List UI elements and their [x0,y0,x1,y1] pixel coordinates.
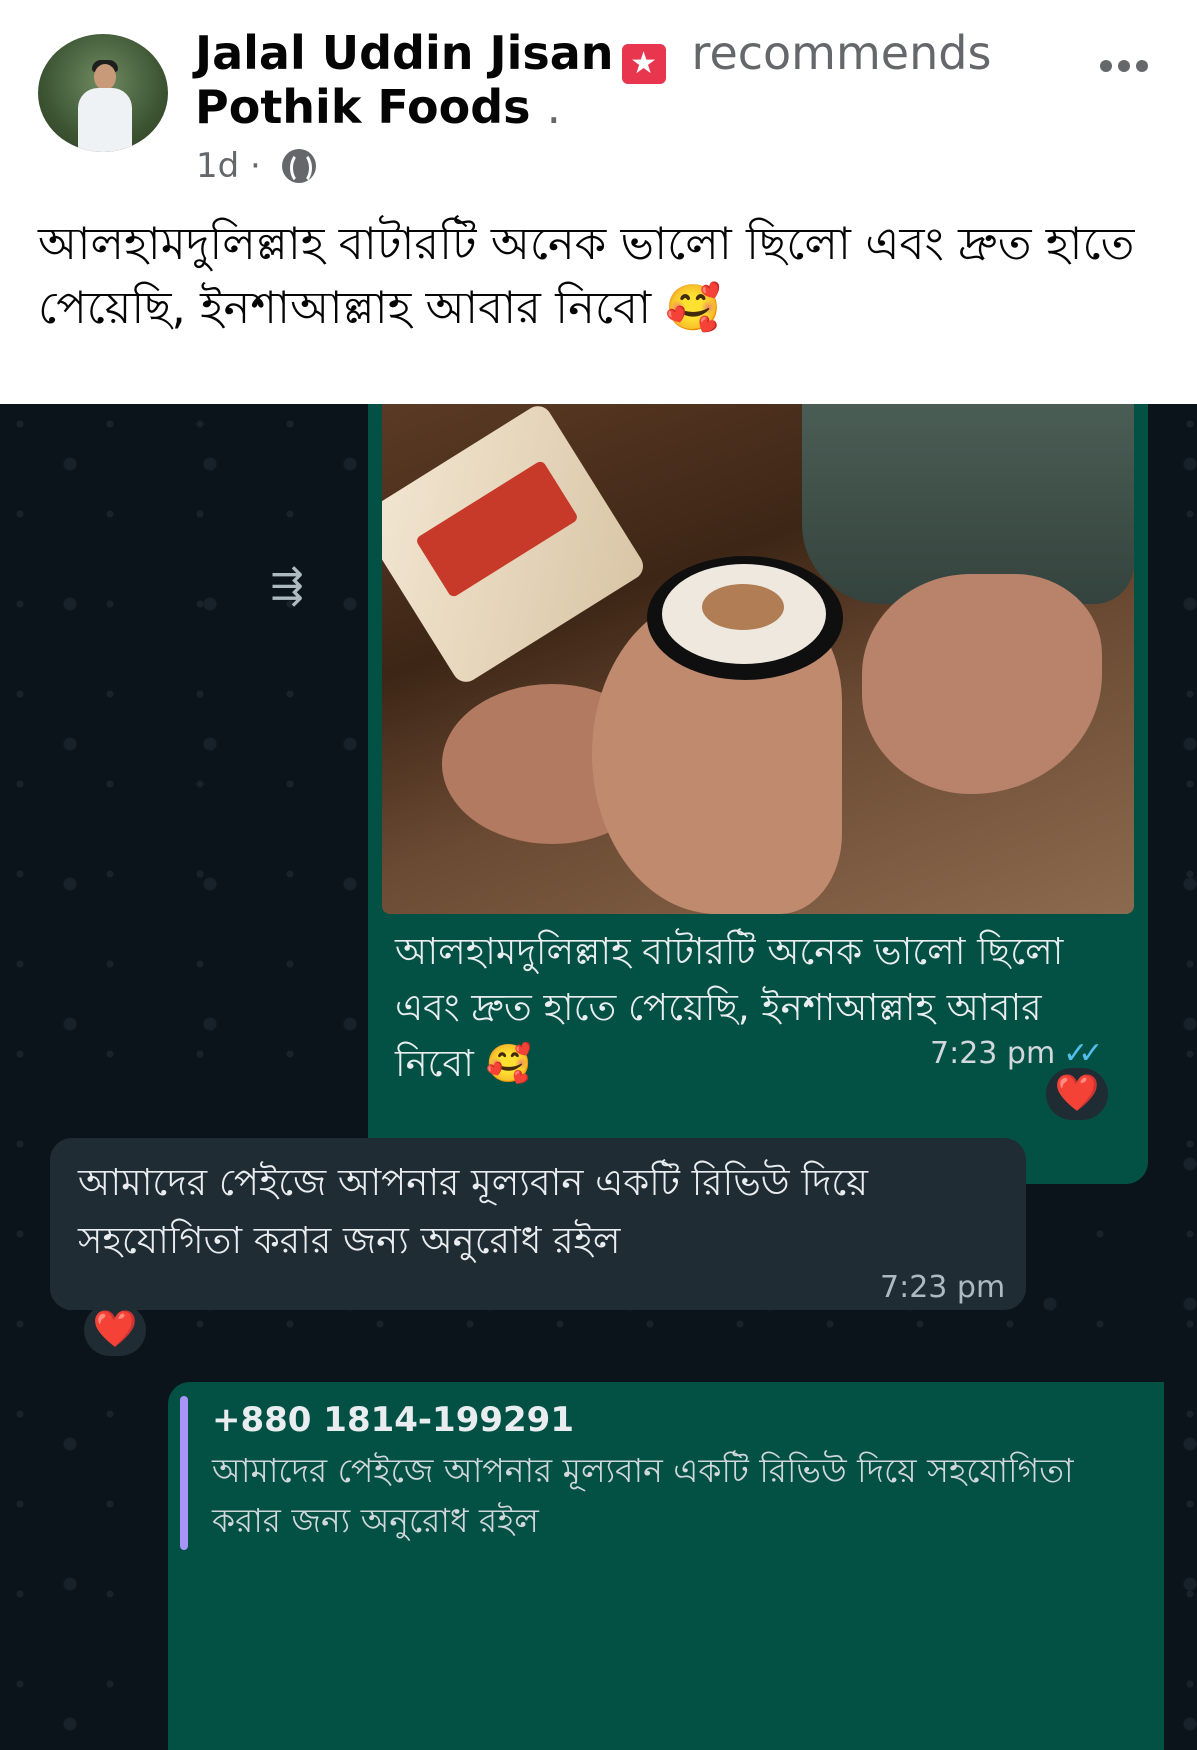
quoted-message-text: আমাদের পেইজে আপনার মূল্যবান একটি রিভিউ দ… [212,1451,1074,1540]
star-badge-icon: ★ [621,44,666,84]
meta-dot: · [250,146,261,186]
avatar[interactable] [38,34,168,152]
more-dot [1100,60,1112,72]
chat-screenshot: ⇶ আলহামদুলিল্লাহ বাটারটি অনেক ভালো ছিলো … [0,404,1197,1750]
author-line: Jalal Uddin Jisan ★ recommends [195,26,991,84]
message-time: 7:23 pm [930,1036,1056,1071]
author-name[interactable]: Jalal Uddin Jisan [195,26,614,80]
product-photo [382,404,1134,914]
post-time[interactable]: 1d [196,146,239,186]
incoming-message-text: আমাদের পেইজে আপনার মূল্যবান একটি রিভিউ দ… [78,1161,869,1262]
more-dot [1118,60,1130,72]
heart-reaction[interactable]: ❤️ [1046,1068,1108,1120]
page-name-line: Pothik Foods . [195,80,561,134]
outgoing-message-time: 7:23 pm ✓✓ [930,1036,1104,1071]
page-name[interactable]: Pothik Foods [195,80,531,134]
peanut-butter-sample [702,584,784,630]
double-tick-icon: ✓✓ [1063,1036,1103,1071]
post-text: আলহামদুলিল্লাহ বাটারটি অনেক ভালো ছিলো এব… [38,217,1135,334]
globe-icon [281,149,316,184]
separator: . [546,80,562,134]
forward-icon[interactable]: ⇶ [258,564,316,608]
quoted-phone-number[interactable]: +880 1814-199291 [212,1400,574,1440]
avatar-head [94,64,116,90]
heart-reaction[interactable]: ❤️ [84,1304,146,1356]
more-dot [1136,60,1148,72]
avatar-body [78,88,132,152]
post-header: Jalal Uddin Jisan ★ recommends Pothik Food… [0,0,1197,400]
more-options-icon[interactable] [1100,46,1154,79]
quote-bar [180,1396,188,1550]
recommends-label: recommends [691,26,992,80]
incoming-message-time: 7:23 pm [880,1270,1006,1305]
post-meta: 1d · [196,146,316,186]
photo-hand [862,574,1102,794]
